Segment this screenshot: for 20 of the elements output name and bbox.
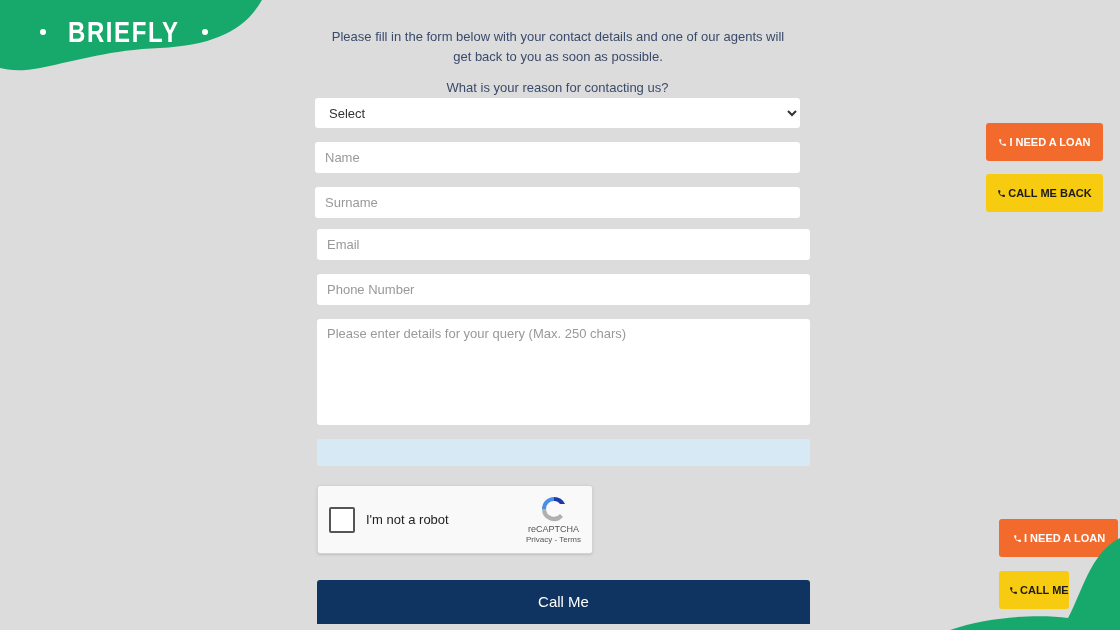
phone-icon xyxy=(998,137,1008,147)
call-back-button[interactable]: CALL ME BACK xyxy=(986,174,1103,212)
input-field[interactable]: Phone Number xyxy=(317,274,810,305)
phone-icon xyxy=(1013,533,1022,543)
input-field[interactable]: Name xyxy=(315,142,800,173)
input-field[interactable]: Surname xyxy=(315,187,800,218)
query-field[interactable]: Please enter details for your query (Max. 250 chars) xyxy=(317,319,810,425)
phone-icon xyxy=(1009,585,1018,595)
intro-text: Please fill in the form below with your contact details and one of our agents will get back to you as soon as possible. xyxy=(330,28,786,66)
phone-icon xyxy=(997,188,1007,198)
input-field[interactable]: Email xyxy=(317,229,810,260)
captcha-links[interactable]: Privacy - Terms xyxy=(526,535,581,545)
call-back-button[interactable]: CALL ME xyxy=(999,571,1069,609)
call-me-button[interactable]: Call Me xyxy=(317,580,810,624)
reason-select[interactable]: Select xyxy=(315,98,800,128)
captcha-label: I'm not a robot xyxy=(366,510,450,529)
captcha-brand: reCAPTCHA xyxy=(528,524,579,535)
logo-text: BRIEFLY xyxy=(67,14,180,50)
captcha-checkbox[interactable] xyxy=(329,506,355,533)
reason-label: What is your reason for contacting us? xyxy=(445,79,670,97)
